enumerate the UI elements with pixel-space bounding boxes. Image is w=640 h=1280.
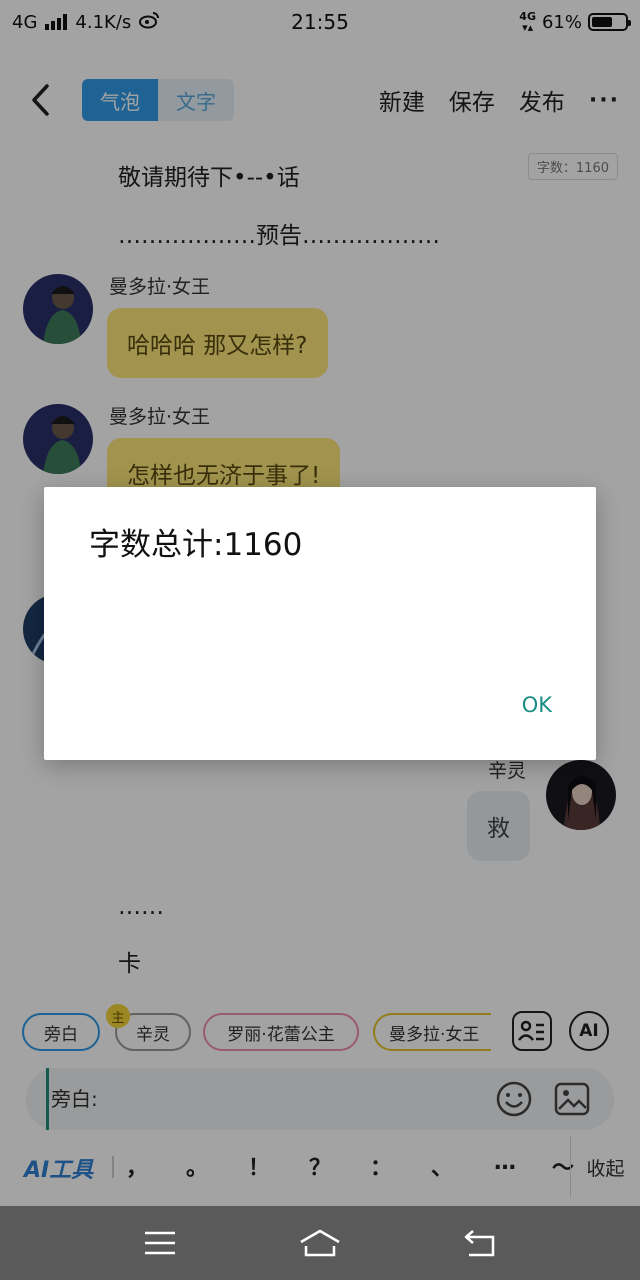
menu-nav-button[interactable] bbox=[130, 1218, 190, 1268]
menu-icon bbox=[145, 1231, 175, 1255]
word-count-dialog: 字数总计:1160 OK bbox=[44, 487, 596, 760]
return-icon bbox=[464, 1230, 495, 1257]
dialog-message: 字数总计:1160 bbox=[89, 527, 303, 563]
back-nav-button[interactable] bbox=[450, 1218, 510, 1268]
story-editor-screen: 4G 4.1K/s 21:55 4G ▾▴ 61% 气泡 文字 新建 保存 发布 … bbox=[0, 0, 640, 1280]
home-nav-button[interactable] bbox=[290, 1218, 350, 1268]
ok-button[interactable]: OK bbox=[522, 693, 552, 717]
system-nav-bar bbox=[0, 1206, 640, 1280]
home-icon bbox=[300, 1229, 340, 1257]
